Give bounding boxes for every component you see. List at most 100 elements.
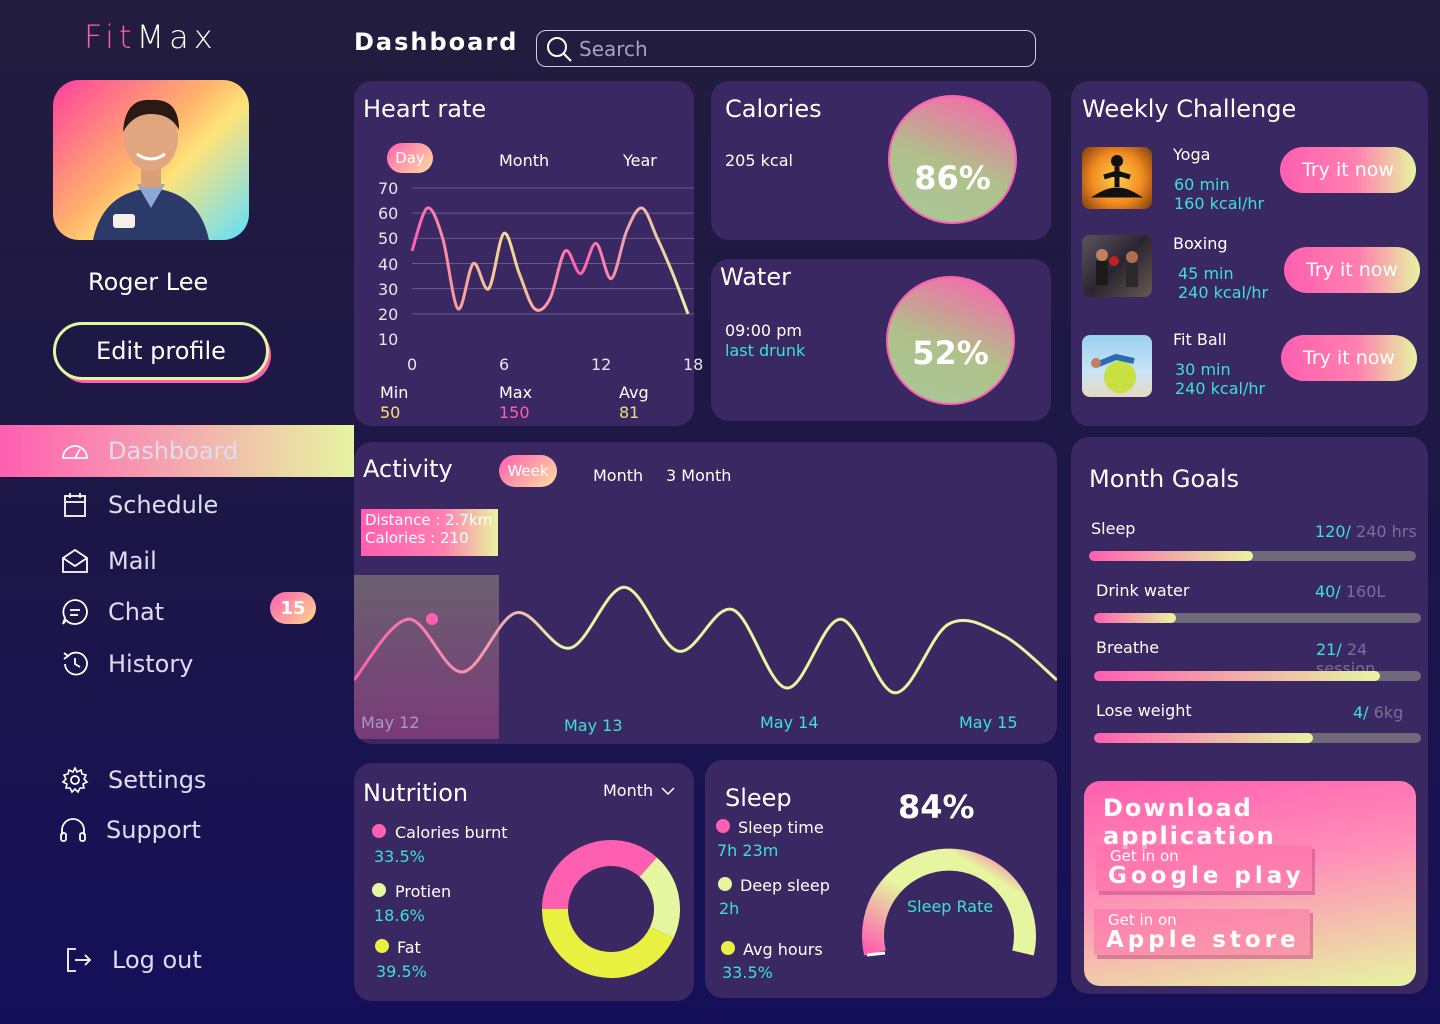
water-last-time: 09:00 pm: [725, 321, 802, 340]
nutrition-donut-chart: [542, 840, 680, 978]
goal-label: Drink water: [1096, 581, 1190, 600]
sidebar-item-label: History: [108, 650, 194, 678]
nutrition-period-value: Month: [603, 781, 654, 800]
apple-store-button[interactable]: Get in on Apple store: [1094, 909, 1310, 955]
sidebar-item-settings[interactable]: Settings: [60, 757, 206, 803]
sidebar-item-history[interactable]: History: [60, 641, 193, 687]
chat-unread-badge: 15: [270, 592, 316, 624]
sleep-gauge-label: Sleep Rate: [907, 897, 994, 916]
heart-min-value: 50: [380, 403, 401, 422]
headset-icon: [60, 818, 86, 842]
heart-avg-value: 81: [619, 403, 640, 422]
sidebar-item-label: Support: [106, 816, 201, 844]
heart-rate-xtick: 0: [407, 355, 418, 374]
heart-rate-ytick: 70: [378, 179, 399, 198]
weekly-challenge-card: Weekly Challenge Yoga 60 min 160 kcal/hr…: [1071, 81, 1428, 426]
store-name: Apple store: [1106, 927, 1300, 953]
goal-progress-bar: [1089, 551, 1416, 561]
google-play-button[interactable]: Get in on Google play: [1096, 845, 1312, 891]
legend-dot-fat: [375, 939, 389, 953]
nutrition-label: Calories burnt: [395, 823, 508, 842]
sleep-stat-value: 33.5%: [722, 963, 773, 982]
gauge-end-mark: [866, 951, 886, 957]
nutrition-title: Nutrition: [363, 779, 469, 807]
user-name: Roger Lee: [88, 268, 209, 296]
dashboard-icon: [62, 445, 88, 459]
nutrition-value: 39.5%: [376, 962, 427, 981]
sidebar-item-label: Mail: [108, 547, 157, 575]
boxing-thumbnail: [1082, 235, 1152, 297]
nutrition-period-select[interactable]: Month: [603, 781, 675, 800]
sleep-stat-label: Avg hours: [743, 940, 823, 959]
sidebar-item-label: Settings: [108, 766, 207, 794]
goal-label: Lose weight: [1096, 701, 1192, 720]
nutrition-slice-2: [542, 908, 674, 978]
mail-icon: [62, 548, 88, 573]
yoga-thumbnail: [1082, 147, 1152, 209]
challenge-rate: 240 kcal/hr: [1178, 283, 1269, 302]
goal-value: 120/ 240 hrs: [1315, 522, 1417, 541]
sidebar-item-mail[interactable]: Mail: [60, 538, 157, 584]
sidebar-item-label: Schedule: [108, 491, 219, 519]
page-title: Dashboard: [354, 28, 519, 56]
goal-label: Breathe: [1096, 638, 1160, 657]
chevron-down-icon: [661, 786, 675, 795]
activity-selected-point: [426, 613, 438, 625]
nutrition-value: 33.5%: [374, 847, 425, 866]
sleep-stat-label: Deep sleep: [740, 876, 830, 895]
sleep-card: Sleep 84% Sleep time 7h 23m Deep sleep 2…: [705, 760, 1057, 998]
nutrition-slice-1: [639, 857, 680, 938]
challenge-duration: 30 min: [1175, 360, 1231, 379]
nutrition-label: Fat: [397, 938, 421, 957]
weekly-challenge-title: Weekly Challenge: [1082, 95, 1297, 123]
goal-progress-fill: [1094, 613, 1176, 623]
sleep-stat-label: Sleep time: [738, 818, 824, 837]
sidebar-item-support[interactable]: Support: [58, 807, 201, 853]
nutrition-slice-0: [542, 840, 657, 910]
sidebar-item-chat[interactable]: Chat: [60, 589, 164, 635]
legend-dot-sleep-time: [716, 819, 730, 833]
heart-max-label: Max: [499, 383, 533, 402]
logout-label: Log out: [112, 946, 202, 974]
nutrition-value: 18.6%: [374, 906, 425, 925]
heart-min-label: Min: [380, 383, 409, 402]
avatar: [53, 80, 249, 240]
try-it-now-button[interactable]: Try it now: [1281, 335, 1417, 381]
activity-chart: [354, 585, 1057, 695]
challenge-duration: 60 min: [1174, 175, 1230, 194]
heart-rate-ytick: 60: [378, 204, 399, 224]
month-goals-title: Month Goals: [1089, 465, 1240, 493]
nutrition-card: Nutrition Month Calories burnt 33.5% Pro…: [354, 763, 694, 1001]
activity-series-line: [354, 585, 1057, 695]
legend-dot-avg-hours: [721, 941, 735, 955]
legend-dot-protein: [372, 883, 386, 897]
goal-progress-fill: [1089, 551, 1253, 561]
heart-rate-chart: [410, 187, 694, 315]
chat-icon: [62, 599, 88, 625]
heart-rate-xtick: 12: [591, 355, 612, 374]
search-icon: [547, 36, 572, 62]
activity-date: May 14: [760, 713, 819, 732]
water-card: Water 09:00 pm last drunk 52%: [711, 259, 1051, 421]
download-app-card: Download application Get in on Google pl…: [1084, 781, 1416, 986]
activity-date: May 15: [959, 713, 1018, 732]
gear-icon: [61, 766, 89, 794]
search-placeholder: Search: [579, 36, 648, 61]
nutrition-label: Protien: [395, 882, 452, 901]
search-input[interactable]: Search: [536, 30, 1036, 67]
sidebar-item-dashboard[interactable]: Dashboard: [60, 428, 238, 474]
goal-progress-bar: [1094, 613, 1421, 623]
sleep-percent: 84%: [898, 788, 975, 826]
app-logo: FitMax: [84, 18, 218, 56]
sidebar-item-label: Chat: [108, 598, 165, 626]
sidebar-item-schedule[interactable]: Schedule: [60, 482, 218, 528]
challenge-rate: 240 kcal/hr: [1175, 379, 1266, 398]
goal-progress-bar: [1094, 733, 1421, 743]
activity-date: May 13: [564, 716, 623, 735]
try-it-now-button[interactable]: Try it now: [1284, 247, 1420, 293]
edit-profile-button[interactable]: Edit profile: [53, 322, 269, 380]
try-it-now-button[interactable]: Try it now: [1280, 147, 1416, 193]
logout-icon: [67, 948, 92, 972]
logout-button[interactable]: Log out: [64, 937, 202, 983]
goal-progress-fill: [1094, 733, 1314, 743]
